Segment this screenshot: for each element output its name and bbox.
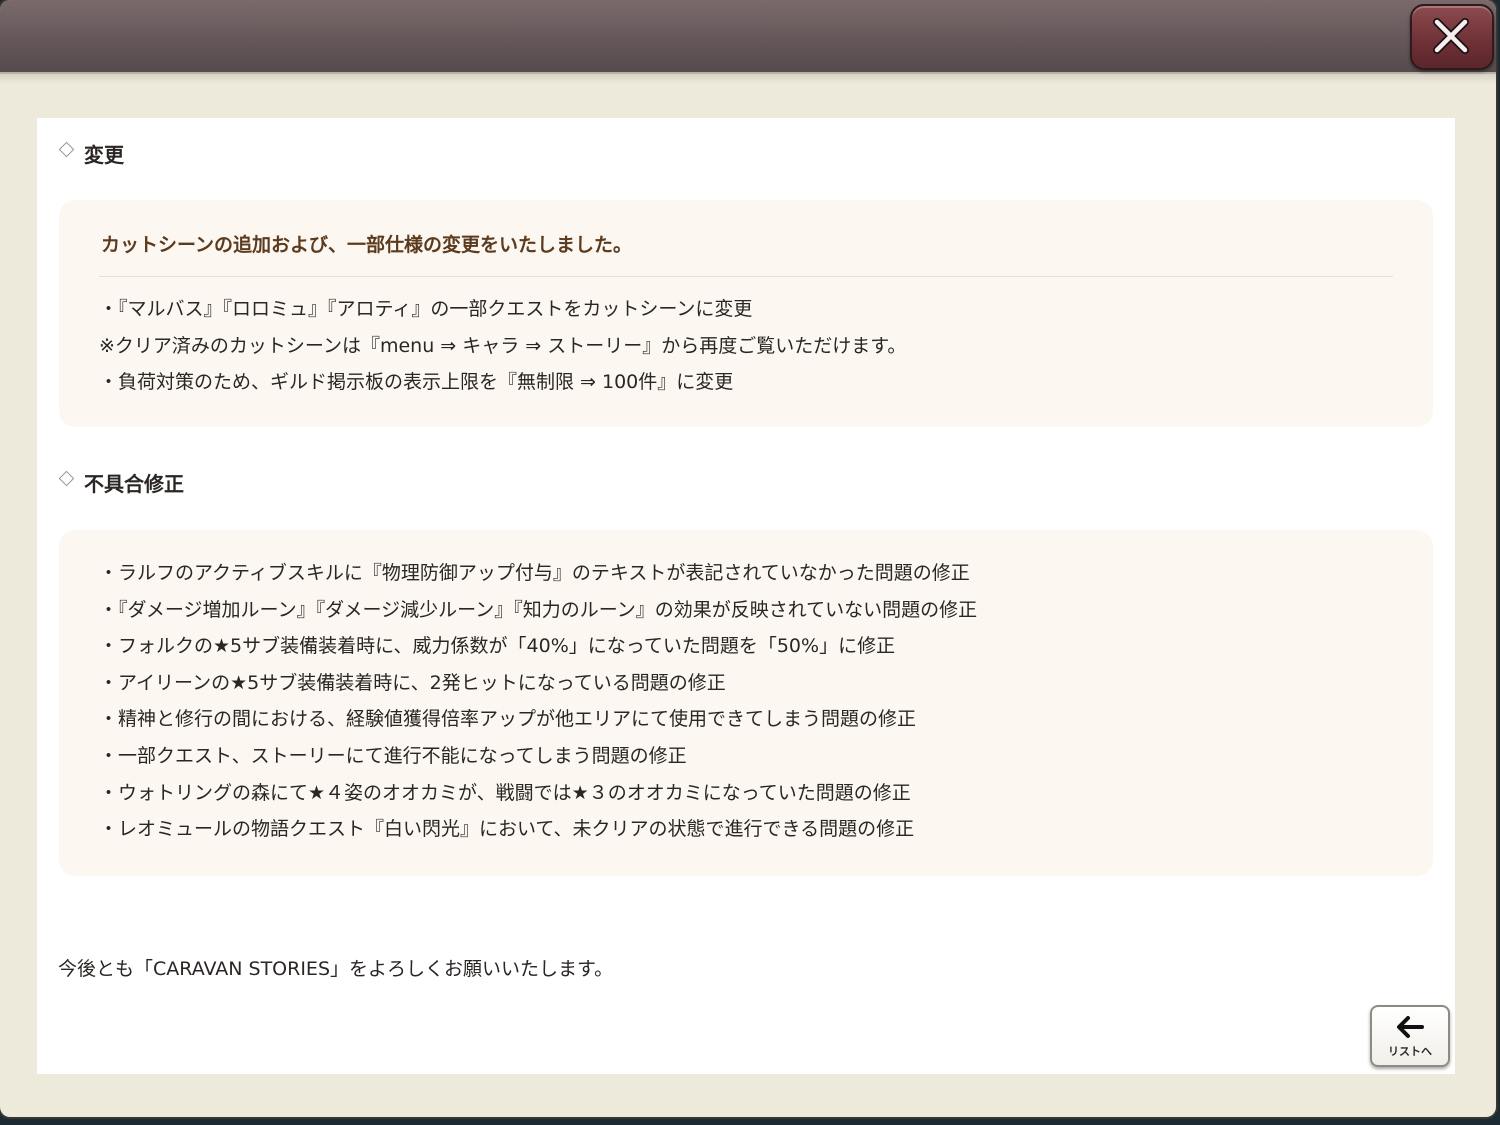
- list-item: ・フォルクの★5サブ装備装着時に、威力係数が「40%」になっていた問題を「50%…: [99, 635, 896, 658]
- diamond-bullet-icon: [58, 141, 75, 157]
- titlebar-shadow: [0, 74, 1496, 84]
- card-title: カットシーンの追加および、一部仕様の変更をいたしました。: [101, 234, 633, 256]
- section-heading-fixes: 不具合修正: [58, 467, 184, 497]
- fixes-list: ・ラルフのアクティブスキルに『物理防御アップ付与』のテキストが表記されていなかっ…: [99, 555, 977, 848]
- diamond-bullet-icon: [58, 470, 75, 486]
- section-heading-label: 不具合修正: [84, 471, 184, 496]
- close-x-icon: [1433, 18, 1469, 54]
- window-titlebar: [0, 0, 1496, 74]
- list-item: ・『マルバス』『ロロミュ』『アロティ』の一部クエストをカットシーンに変更: [99, 298, 753, 320]
- back-button-label: リストへ: [1388, 1045, 1432, 1058]
- list-item: ・レオミュールの物語クエスト『白い閃光』において、未クリアの状態で進行できる問題…: [99, 818, 915, 841]
- section-heading-changes: 変更: [58, 138, 124, 168]
- changes-list: ・『マルバス』『ロロミュ』『アロティ』の一部クエストをカットシーンに変更 ※クリ…: [99, 291, 906, 401]
- closing-message: 今後とも「CARAVAN STORIES」をよろしくお願いいたします。: [58, 958, 614, 980]
- list-item: ・負荷対策のため、ギルド掲示板の表示上限を『無制限 ⇒ 100件』に変更: [99, 371, 734, 394]
- list-item: ・アイリーンの★5サブ装備装着時に、2発ヒットになっている問題の修正: [99, 671, 726, 694]
- card-divider: [99, 276, 1393, 277]
- arrow-left-icon: [1397, 1016, 1424, 1038]
- content-panel: 変更 カットシーンの追加および、一部仕様の変更をいたしました。 ・『マルバス』『…: [37, 118, 1455, 1074]
- section-heading-label: 変更: [84, 142, 124, 167]
- list-item: ・ウォトリングの森にて★４姿のオオカミが、戦闘では★３のオオカミになっていた問題…: [99, 781, 911, 804]
- list-item: ・ラルフのアクティブスキルに『物理防御アップ付与』のテキストが表記されていなかっ…: [99, 562, 970, 584]
- changes-card: カットシーンの追加および、一部仕様の変更をいたしました。 ・『マルバス』『ロロミ…: [59, 200, 1433, 427]
- list-item: ・精神と修行の間における、経験値獲得倍率アップが他エリアにて使用できてしまう問題…: [99, 708, 917, 731]
- list-item: ※クリア済みのカットシーンは『menu ⇒ キャラ ⇒ ストーリー』から再度ご覧…: [99, 334, 907, 357]
- close-button[interactable]: [1410, 4, 1494, 70]
- back-to-list-button[interactable]: リストへ: [1370, 1005, 1450, 1067]
- news-window: 変更 カットシーンの追加および、一部仕様の変更をいたしました。 ・『マルバス』『…: [0, 0, 1496, 1117]
- list-item: ・一部クエスト、ストーリーにて進行不能になってしまう問題の修正: [99, 744, 687, 767]
- fixes-card: ・ラルフのアクティブスキルに『物理防御アップ付与』のテキストが表記されていなかっ…: [59, 530, 1433, 876]
- list-item: ・『ダメージ増加ルーン』『ダメージ減少ルーン』『知力のルーン』の効果が反映されて…: [99, 598, 978, 621]
